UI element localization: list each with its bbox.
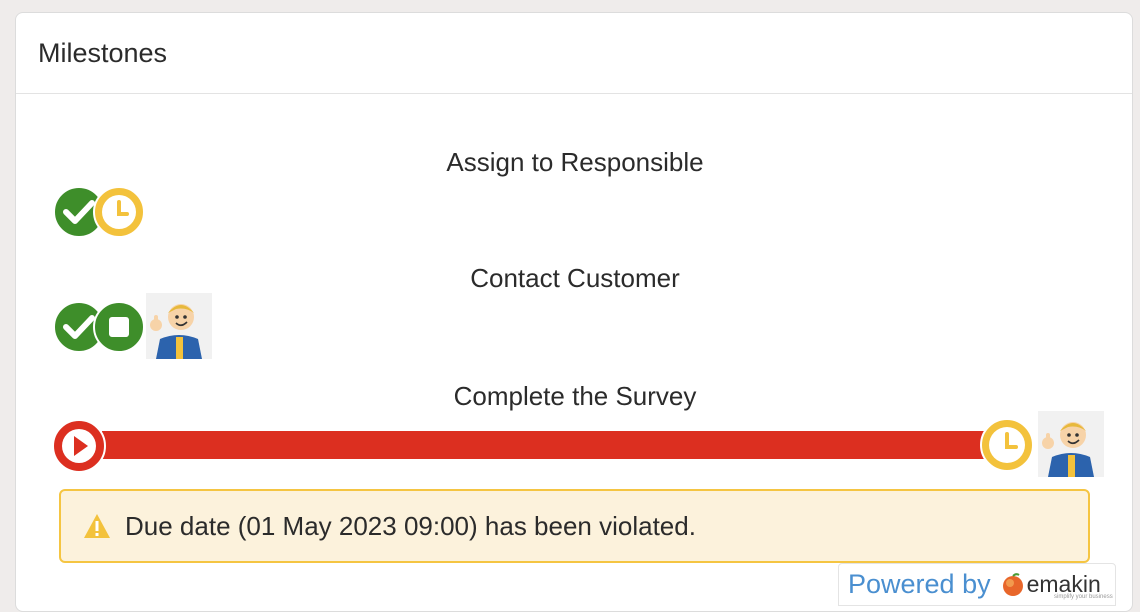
brand-tagline: simplify your business	[1054, 594, 1113, 600]
milestones-card: Milestones Assign to Responsible Contact…	[15, 12, 1133, 612]
avatar	[146, 293, 212, 359]
play-circle-icon	[52, 419, 106, 473]
clock-icon	[980, 418, 1034, 472]
powered-by-badge[interactable]: Powered by emakin simplify your business	[838, 563, 1116, 606]
avatar	[1038, 411, 1104, 477]
clock-icon	[93, 186, 145, 238]
page-title: Milestones	[38, 37, 168, 68]
milestone-title-1: Assign to Responsible	[446, 147, 704, 177]
warning-icon	[84, 514, 110, 538]
due-date-alert: Due date (01 May 2023 09:00) has been vi…	[59, 489, 1090, 563]
alert-message: Due date (01 May 2023 09:00) has been vi…	[125, 510, 696, 541]
stop-circle-icon	[93, 301, 145, 353]
milestone-title-2: Contact Customer	[470, 263, 680, 293]
card-header: Milestones	[16, 13, 1132, 94]
progress-bar	[102, 431, 986, 459]
milestone-title-3: Complete the Survey	[453, 381, 697, 411]
powered-by-label: Powered by	[848, 569, 991, 599]
emakin-logo-icon	[1002, 572, 1023, 596]
